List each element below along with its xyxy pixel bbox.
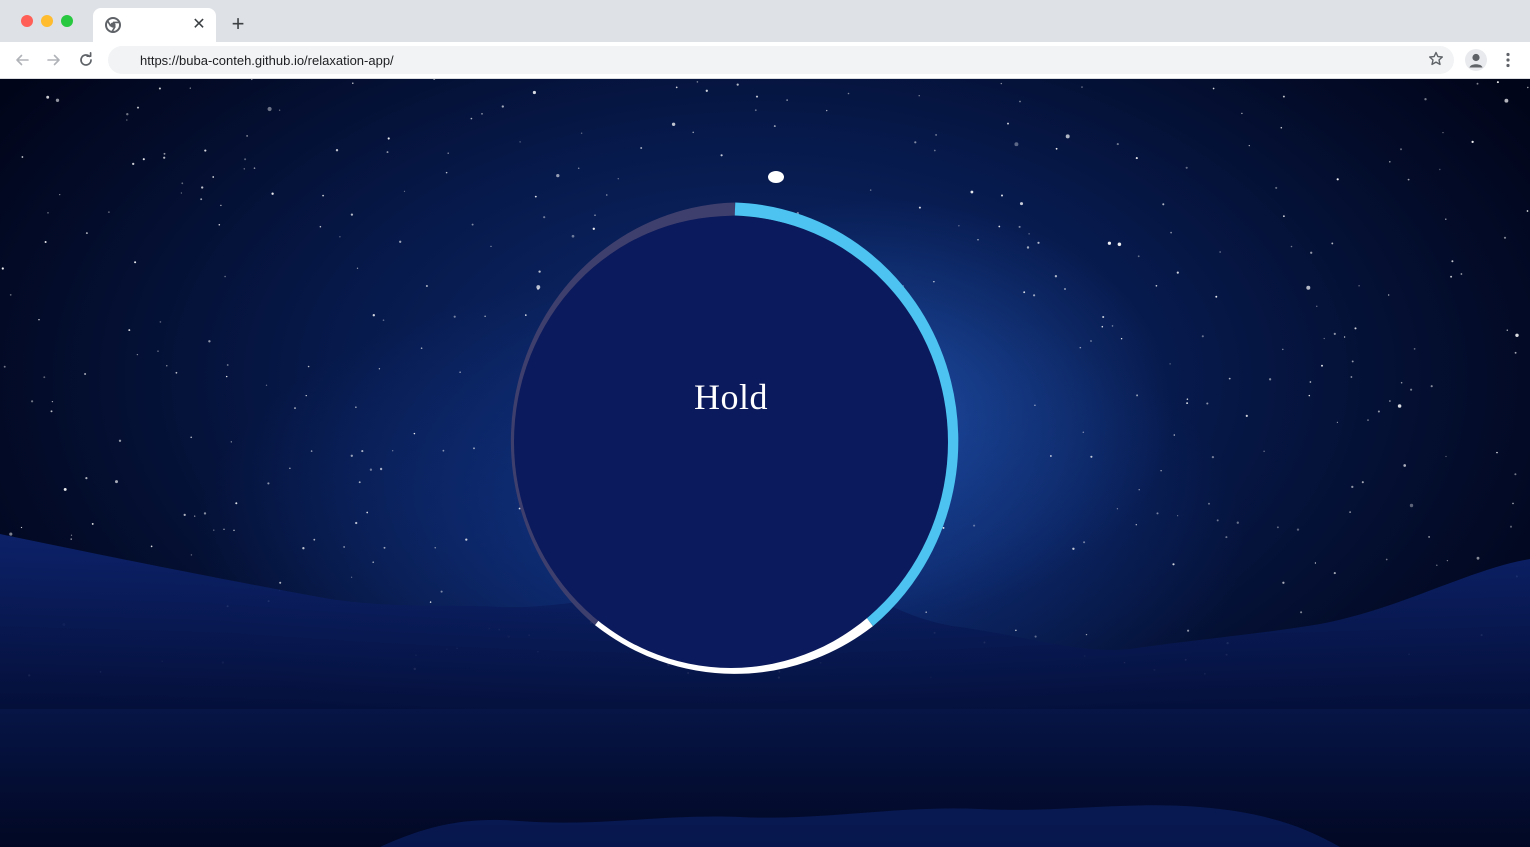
minimize-window-button[interactable] [41, 15, 53, 27]
progress-pointer [768, 171, 784, 183]
address-bar[interactable]: https://buba-conteh.github.io/relaxation… [108, 46, 1454, 74]
reload-icon[interactable] [74, 48, 98, 72]
breath-instruction-text: Hold [694, 377, 768, 417]
close-icon[interactable]: ✕ [190, 16, 208, 34]
tab-active[interactable]: ✕ [93, 8, 216, 42]
breathing-circle [514, 216, 948, 668]
url-text[interactable]: https://buba-conteh.github.io/relaxation… [140, 53, 394, 68]
star-icon[interactable] [1425, 48, 1447, 70]
maximize-window-button[interactable] [61, 15, 73, 27]
back-arrow-icon[interactable] [10, 48, 34, 72]
browser-toolbar: https://buba-conteh.github.io/relaxation… [0, 42, 1530, 79]
profile-icon[interactable] [1465, 49, 1487, 71]
page-viewport: Hold [0, 79, 1530, 847]
chrome-favicon-icon [105, 17, 121, 33]
kebab-menu-icon[interactable] [1498, 48, 1518, 72]
browser-window: ✕ + https://buba-conteh.github.io/relaxa… [0, 0, 1530, 847]
tab-strip: ✕ + [0, 0, 1530, 42]
forward-arrow-icon[interactable] [42, 48, 66, 72]
plus-icon[interactable]: + [227, 13, 249, 35]
close-window-button[interactable] [21, 15, 33, 27]
